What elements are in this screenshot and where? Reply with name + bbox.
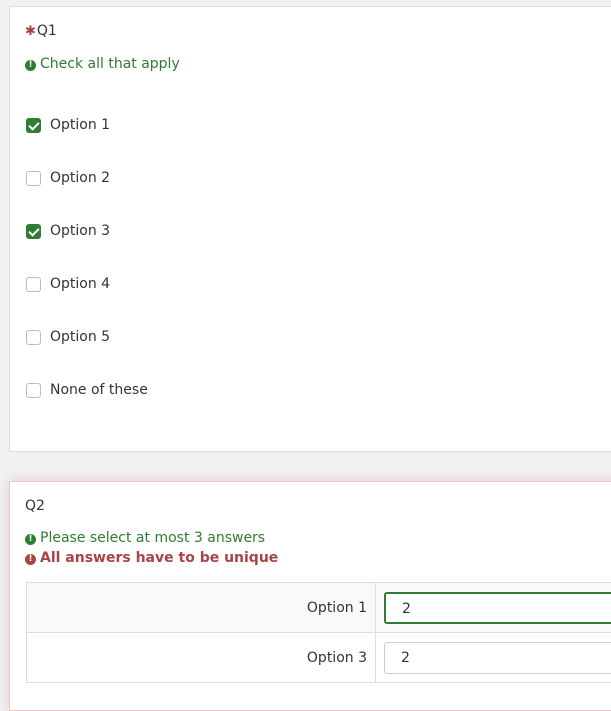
rank-input-option-1[interactable]: 2: [384, 592, 611, 624]
exclamation-circle-icon: !: [25, 554, 36, 565]
question-help-tip: ! Please select at most 3 answers: [25, 530, 265, 546]
question-title: ✱Q1: [25, 23, 57, 39]
checkbox-option-none[interactable]: None of these: [26, 380, 148, 400]
question-q2-card: Q2 ! Please select at most 3 answers ! All…: [9, 481, 611, 711]
checkbox-label: Option 5: [50, 329, 110, 345]
row-label: Option 1: [27, 583, 376, 633]
rank-input-option-3[interactable]: 2: [384, 642, 611, 674]
question-code: Q1: [37, 23, 57, 39]
question-help-tip: ! Check all that apply: [25, 56, 180, 72]
checkbox-unchecked[interactable]: [26, 171, 41, 186]
checkbox-unchecked[interactable]: [26, 383, 41, 398]
checkbox-label: Option 3: [50, 223, 110, 239]
question-code: Q2: [25, 498, 45, 514]
tip-text: Check all that apply: [40, 56, 180, 72]
checkbox-option-2[interactable]: Option 2: [26, 168, 110, 188]
checkbox-label: None of these: [50, 382, 148, 398]
table-row: Option 1 2: [27, 583, 611, 633]
checkbox-option-1[interactable]: Option 1: [26, 115, 110, 135]
checkbox-option-5[interactable]: Option 5: [26, 327, 110, 347]
checkbox-unchecked[interactable]: [26, 330, 41, 345]
checkbox-checked[interactable]: [26, 118, 41, 133]
exclamation-circle-icon: !: [25, 534, 36, 545]
checkbox-unchecked[interactable]: [26, 277, 41, 292]
ranking-table: Option 1 2 Option 3 2: [26, 582, 611, 683]
checkbox-option-4[interactable]: Option 4: [26, 274, 110, 294]
checkbox-label: Option 1: [50, 117, 110, 133]
mandatory-asterisk-icon: ✱: [25, 24, 36, 39]
row-label: Option 3: [27, 633, 376, 683]
error-text: All answers have to be unique: [40, 550, 278, 566]
validation-error: ! All answers have to be unique: [25, 550, 278, 566]
exclamation-circle-icon: !: [25, 60, 36, 71]
table-row: Option 3 2: [27, 633, 611, 683]
checkbox-option-3[interactable]: Option 3: [26, 221, 110, 241]
tip-text: Please select at most 3 answers: [40, 530, 265, 546]
checkbox-checked[interactable]: [26, 224, 41, 239]
checkbox-label: Option 4: [50, 276, 110, 292]
question-q1-card: ✱Q1 ! Check all that apply Option 1 Optio…: [9, 6, 611, 452]
checkbox-label: Option 2: [50, 170, 110, 186]
